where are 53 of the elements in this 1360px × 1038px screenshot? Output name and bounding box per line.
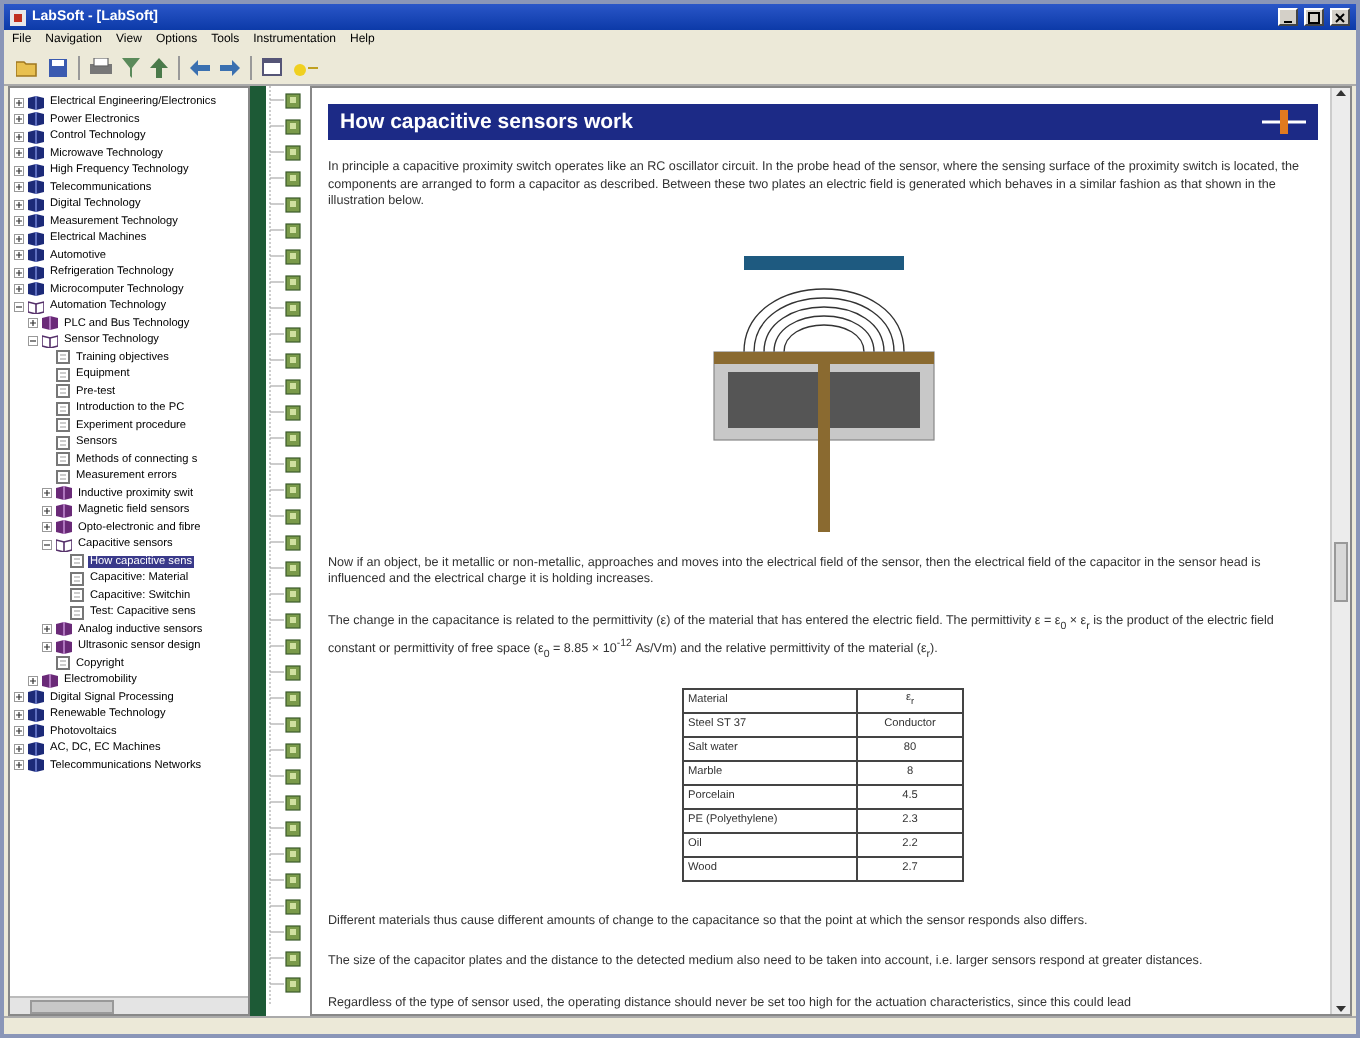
open-book-icon [56, 537, 72, 552]
collapse-toggle[interactable] [28, 335, 38, 346]
page-list-drawing[interactable] [266, 86, 306, 1006]
window-icon[interactable] [262, 58, 282, 76]
page-icon [56, 656, 70, 671]
expand-toggle[interactable] [28, 675, 38, 686]
maximize-button[interactable] [1304, 8, 1324, 26]
vertical-scrollbar[interactable] [1330, 88, 1350, 1014]
app-icon [10, 9, 26, 25]
minimize-button[interactable] [1278, 8, 1298, 26]
expand-toggle[interactable] [14, 97, 24, 108]
arrow-icon[interactable] [150, 57, 168, 77]
forward-icon[interactable] [220, 59, 240, 75]
page-heading: How capacitive sensors work [340, 113, 633, 131]
expand-toggle[interactable] [14, 199, 24, 210]
expand-toggle[interactable] [14, 709, 24, 720]
expand-toggle[interactable] [14, 148, 24, 159]
scrollbar-thumb[interactable] [30, 999, 114, 1013]
maximize-icon [1308, 11, 1320, 23]
expand-toggle[interactable] [14, 267, 24, 278]
expand-toggle[interactable] [42, 488, 52, 499]
expand-toggle[interactable] [14, 216, 24, 227]
expand-toggle[interactable] [42, 505, 52, 516]
horizontal-scrollbar[interactable] [10, 996, 248, 1014]
expand-toggle[interactable] [14, 182, 24, 193]
scrollbar-thumb[interactable] [1334, 541, 1348, 601]
folder-icon[interactable] [16, 57, 38, 77]
expand-toggle[interactable] [14, 284, 24, 295]
close-button[interactable] [1330, 8, 1350, 26]
expand-toggle[interactable] [14, 692, 24, 703]
expand-toggle[interactable] [42, 641, 52, 652]
open-book-icon [42, 333, 58, 348]
expand-toggle[interactable] [14, 233, 24, 244]
expand-toggle[interactable] [14, 760, 24, 771]
expand-toggle[interactable] [14, 743, 24, 754]
expand-toggle[interactable] [14, 131, 24, 142]
expand-toggle[interactable] [42, 624, 52, 635]
collapse-toggle[interactable] [42, 539, 52, 550]
collapse-toggle[interactable] [14, 301, 24, 312]
print-icon[interactable] [90, 57, 112, 77]
logo-icon [1262, 110, 1306, 134]
book-icon [42, 316, 58, 331]
expand-toggle[interactable] [42, 522, 52, 533]
back-icon[interactable] [190, 59, 210, 75]
save-icon[interactable] [48, 57, 68, 77]
expand-toggle[interactable] [14, 165, 24, 176]
expand-toggle[interactable] [14, 726, 24, 737]
close-icon [1334, 11, 1346, 23]
expand-toggle[interactable] [28, 318, 38, 329]
expand-toggle[interactable] [14, 250, 24, 261]
expand-toggle[interactable] [14, 114, 24, 125]
open-book-icon [28, 299, 44, 314]
funnel-icon[interactable] [122, 57, 140, 77]
